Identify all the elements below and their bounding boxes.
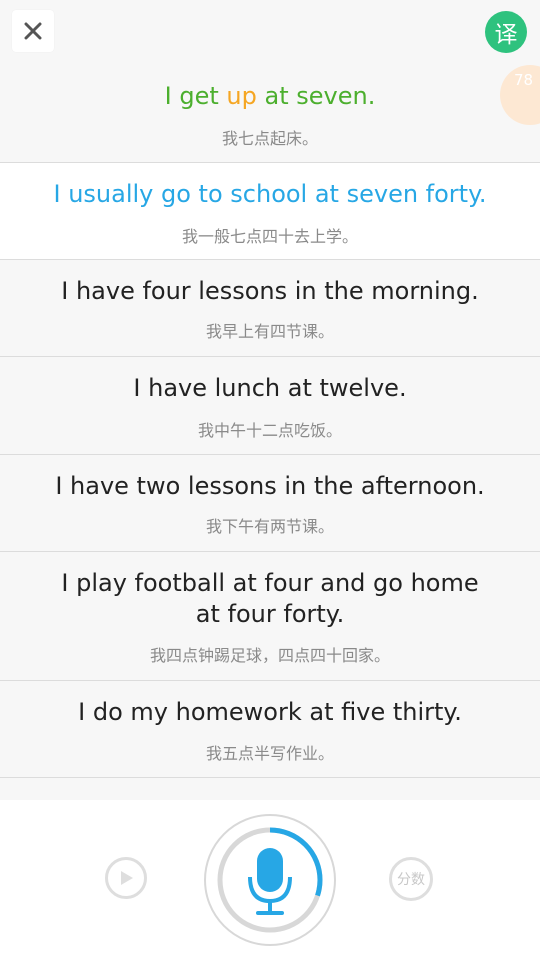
sentence-english: I usually go to school at seven forty.: [53, 180, 487, 208]
sentence-row-1[interactable]: I get up at seven. 我七点起床。: [0, 65, 540, 163]
sentence-english: I do my homework at five thirty.: [78, 698, 462, 726]
sentence-word: I get: [164, 82, 227, 110]
play-button[interactable]: [105, 857, 147, 899]
translate-button[interactable]: 译: [485, 11, 527, 53]
sentence-row-4[interactable]: I have lunch at twelve. 我中午十二点吃饭。: [0, 357, 540, 455]
play-icon: [121, 871, 133, 885]
sentence-chinese: 我早上有四节课。: [205, 322, 334, 341]
sentence-english: I have lunch at twelve.: [133, 374, 407, 402]
score-button[interactable]: 分数: [389, 857, 433, 901]
translate-label: 译: [494, 22, 518, 48]
sentence-row-3[interactable]: I have four lessons in the morning. 我早上有…: [0, 260, 540, 357]
sentence-word-highlight: up: [226, 82, 257, 110]
record-button[interactable]: [203, 813, 337, 947]
sentence-chinese: 我中午十二点吃饭。: [197, 421, 342, 440]
sentence-chinese: 我下午有两节课。: [205, 517, 334, 536]
next-row-cutoff: [0, 792, 540, 800]
sentence-row-7[interactable]: I do my homework at five thirty. 我五点半写作业…: [0, 681, 540, 778]
score-button-label: 分数: [397, 872, 425, 888]
sentence-english-line2: at four forty.: [195, 600, 345, 628]
sentence-chinese: 我一般七点四十去上学。: [181, 227, 358, 246]
sentence-english: I have four lessons in the morning.: [61, 277, 479, 305]
sentence-english: I have two lessons in the afternoon.: [55, 472, 485, 500]
record-progress-ring: [204, 814, 336, 946]
sentence-row-6[interactable]: I play football at four and go home at f…: [0, 552, 540, 681]
sentence-chinese: 我七点起床。: [221, 129, 318, 148]
sentence-row-5[interactable]: I have two lessons in the afternoon. 我下午…: [0, 455, 540, 552]
sentence-chinese: 我五点半写作业。: [205, 744, 334, 763]
header-bar: 译: [0, 0, 540, 65]
close-button[interactable]: [12, 10, 54, 52]
close-icon: [24, 22, 42, 40]
sentence-chinese: 我四点钟踢足球，四点四十回家。: [149, 646, 390, 665]
sentence-word: at seven.: [256, 82, 376, 110]
sentence-english: I get up at seven.: [20, 81, 520, 112]
sentence-row-2[interactable]: I usually go to school at seven forty. 我…: [0, 163, 540, 260]
sentence-english: I play football at four and go home: [61, 569, 479, 597]
score-value: 78: [514, 71, 534, 89]
sentence-list: I get up at seven. 我七点起床。 I usually go t…: [0, 65, 540, 778]
